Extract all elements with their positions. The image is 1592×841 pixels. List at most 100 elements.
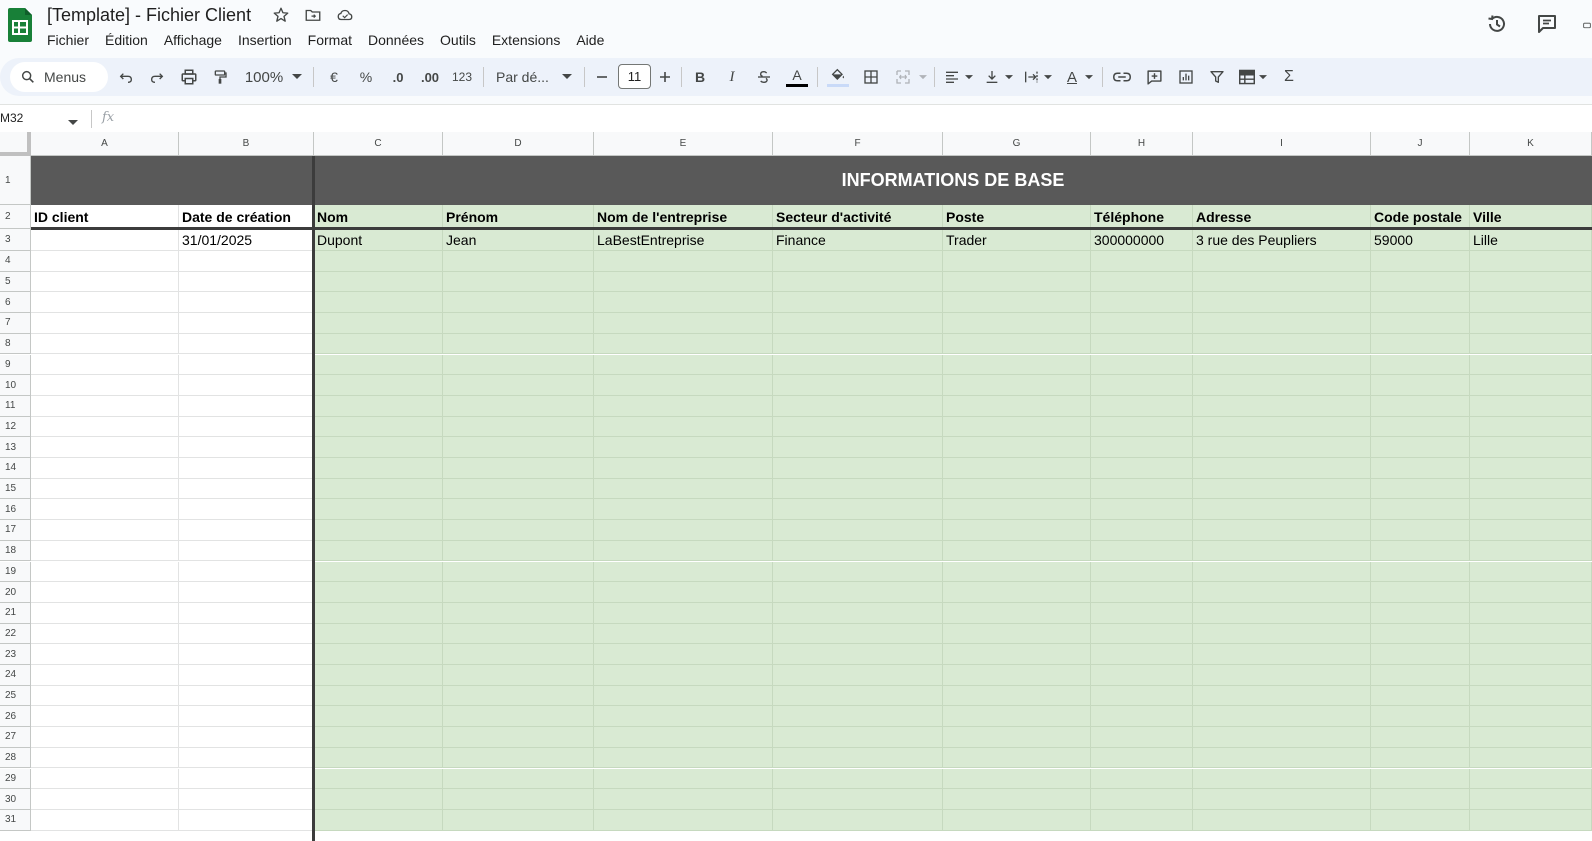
column-header-d[interactable]: D — [443, 132, 594, 156]
cell-e15[interactable] — [594, 478, 773, 500]
cell-a17[interactable] — [31, 520, 179, 541]
merge-cells-icon[interactable] — [892, 62, 914, 92]
row-header-19[interactable]: 19 — [0, 561, 31, 583]
cell-j19[interactable] — [1371, 561, 1470, 583]
cell-d30[interactable] — [443, 789, 594, 810]
cell-h7[interactable] — [1091, 313, 1193, 334]
menu-outils[interactable]: Outils — [432, 29, 484, 51]
cell-k22[interactable] — [1470, 623, 1592, 645]
cell-d29[interactable] — [443, 768, 594, 790]
cell-a2[interactable]: ID client — [31, 205, 179, 229]
cell-g27[interactable] — [943, 727, 1091, 748]
cell-g20[interactable] — [943, 582, 1091, 603]
print-icon[interactable] — [178, 62, 200, 92]
cell-j27[interactable] — [1371, 727, 1470, 748]
cell-i17[interactable] — [1193, 520, 1371, 541]
cell-f12[interactable] — [773, 416, 943, 438]
cell-f17[interactable] — [773, 520, 943, 541]
cell-k3[interactable]: Lille — [1470, 229, 1592, 251]
cell-e26[interactable] — [594, 706, 773, 728]
wrap-icon[interactable] — [1021, 62, 1041, 92]
cell-j30[interactable] — [1371, 789, 1470, 810]
cell-i31[interactable] — [1193, 809, 1371, 831]
cell-a11[interactable] — [31, 395, 179, 417]
cell-h12[interactable] — [1091, 416, 1193, 438]
cell-i14[interactable] — [1193, 458, 1371, 479]
cell-b4[interactable] — [179, 251, 314, 272]
cell-h23[interactable] — [1091, 644, 1193, 665]
cell-e5[interactable] — [594, 271, 773, 293]
cell-i13[interactable] — [1193, 437, 1371, 458]
cell-k25[interactable] — [1470, 685, 1592, 707]
cell-h4[interactable] — [1091, 251, 1193, 272]
cell-j26[interactable] — [1371, 706, 1470, 728]
cell-c10[interactable] — [314, 375, 443, 396]
row-header-8[interactable]: 8 — [0, 333, 31, 355]
cell-c15[interactable] — [314, 478, 443, 500]
cell-d2[interactable]: Prénom — [443, 205, 594, 229]
row-header-4[interactable]: 4 — [0, 251, 31, 272]
cell-a3[interactable] — [31, 229, 179, 251]
column-header-a[interactable]: A — [31, 132, 179, 156]
cell-h16[interactable] — [1091, 499, 1193, 521]
cell-b1[interactable] — [179, 156, 314, 205]
cell-h3[interactable]: 300000000 — [1091, 229, 1193, 251]
cell-b11[interactable] — [179, 395, 314, 417]
cell-f16[interactable] — [773, 499, 943, 521]
cell-f2[interactable]: Secteur d'activité — [773, 205, 943, 229]
name-box-dropdown-icon[interactable] — [68, 113, 78, 131]
cell-a15[interactable] — [31, 478, 179, 500]
table-dropdown-icon[interactable] — [1257, 62, 1269, 92]
cell-a26[interactable] — [31, 706, 179, 728]
cell-j6[interactable] — [1371, 292, 1470, 314]
menu-fichier[interactable]: Fichier — [39, 29, 97, 51]
row-header-13[interactable]: 13 — [0, 437, 31, 458]
cell-c26[interactable] — [314, 706, 443, 728]
cell-d14[interactable] — [443, 458, 594, 479]
cell-d10[interactable] — [443, 375, 594, 396]
cell-d9[interactable] — [443, 354, 594, 376]
cell-d31[interactable] — [443, 809, 594, 831]
cell-e27[interactable] — [594, 727, 773, 748]
comments-icon[interactable] — [1532, 9, 1562, 39]
cell-j28[interactable] — [1371, 747, 1470, 769]
cell-b31[interactable] — [179, 809, 314, 831]
cell-j14[interactable] — [1371, 458, 1470, 479]
cell-b3[interactable]: 31/01/2025 — [179, 229, 314, 251]
cell-d3[interactable]: Jean — [443, 229, 594, 251]
cloud-status-icon[interactable] — [332, 4, 358, 26]
share-lock-icon[interactable] — [1582, 9, 1592, 39]
valign-icon[interactable] — [982, 62, 1002, 92]
row-header-14[interactable]: 14 — [0, 458, 31, 479]
cell-i28[interactable] — [1193, 747, 1371, 769]
cell-e18[interactable] — [594, 540, 773, 562]
cell-i21[interactable] — [1193, 602, 1371, 624]
cell-h31[interactable] — [1091, 809, 1193, 831]
cell-j8[interactable] — [1371, 333, 1470, 355]
select-all-corner[interactable] — [0, 132, 31, 156]
cell-e4[interactable] — [594, 251, 773, 272]
cell-j25[interactable] — [1371, 685, 1470, 707]
cell-g11[interactable] — [943, 395, 1091, 417]
cell-d13[interactable] — [443, 437, 594, 458]
cell-k31[interactable] — [1470, 809, 1592, 831]
cell-j3[interactable]: 59000 — [1371, 229, 1470, 251]
cell-h5[interactable] — [1091, 271, 1193, 293]
cell-g9[interactable] — [943, 354, 1091, 376]
cell-b28[interactable] — [179, 747, 314, 769]
row-header-29[interactable]: 29 — [0, 768, 31, 790]
cell-c2[interactable]: Nom — [314, 205, 443, 229]
cell-d7[interactable] — [443, 313, 594, 334]
menu-search[interactable]: Menus — [10, 62, 108, 92]
cell-g7[interactable] — [943, 313, 1091, 334]
cell-k2[interactable]: Ville — [1470, 205, 1592, 229]
row-header-30[interactable]: 30 — [0, 789, 31, 810]
cell-h9[interactable] — [1091, 354, 1193, 376]
cell-k30[interactable] — [1470, 789, 1592, 810]
cell-g22[interactable] — [943, 623, 1091, 645]
column-header-c[interactable]: C — [314, 132, 443, 156]
cell-f29[interactable] — [773, 768, 943, 790]
cell-g17[interactable] — [943, 520, 1091, 541]
cell-g16[interactable] — [943, 499, 1091, 521]
row-header-26[interactable]: 26 — [0, 706, 31, 728]
